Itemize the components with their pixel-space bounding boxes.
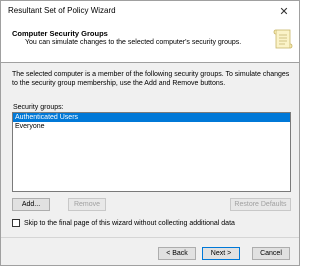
close-button[interactable]: ✕ <box>269 1 299 21</box>
window-title: Resultant Set of Policy Wizard <box>8 6 116 15</box>
add-button[interactable]: Add... <box>12 198 50 211</box>
list-item[interactable]: Everyone <box>13 122 290 131</box>
next-button[interactable]: Next > <box>202 247 240 260</box>
skip-checkbox[interactable] <box>12 219 20 227</box>
remove-button[interactable]: Remove <box>68 198 106 211</box>
title-bar: Resultant Set of Policy Wizard ✕ <box>1 1 299 21</box>
security-groups-list[interactable]: Authenticated Users Everyone <box>12 112 291 192</box>
skip-label: Skip to the final page of this wizard wi… <box>24 219 235 227</box>
page-description: You can simulate changes to the selected… <box>25 39 242 46</box>
page-title: Computer Security Groups <box>12 29 108 38</box>
wizard-dialog: Resultant Set of Policy Wizard ✕ Compute… <box>0 0 300 266</box>
body-description: The selected computer is a member of the… <box>12 71 290 87</box>
skip-option[interactable]: Skip to the final page of this wizard wi… <box>12 218 235 228</box>
cancel-button[interactable]: Cancel <box>252 247 290 260</box>
list-item[interactable]: Authenticated Users <box>13 113 290 122</box>
restore-defaults-button[interactable]: Restore Defaults <box>230 198 291 211</box>
back-button[interactable]: < Back <box>158 247 196 260</box>
security-groups-label: Security groups: <box>13 104 64 111</box>
divider <box>1 237 299 238</box>
scroll-icon <box>273 29 293 49</box>
close-icon: ✕ <box>279 5 289 18</box>
wizard-header: Computer Security Groups You can simulat… <box>1 21 299 63</box>
